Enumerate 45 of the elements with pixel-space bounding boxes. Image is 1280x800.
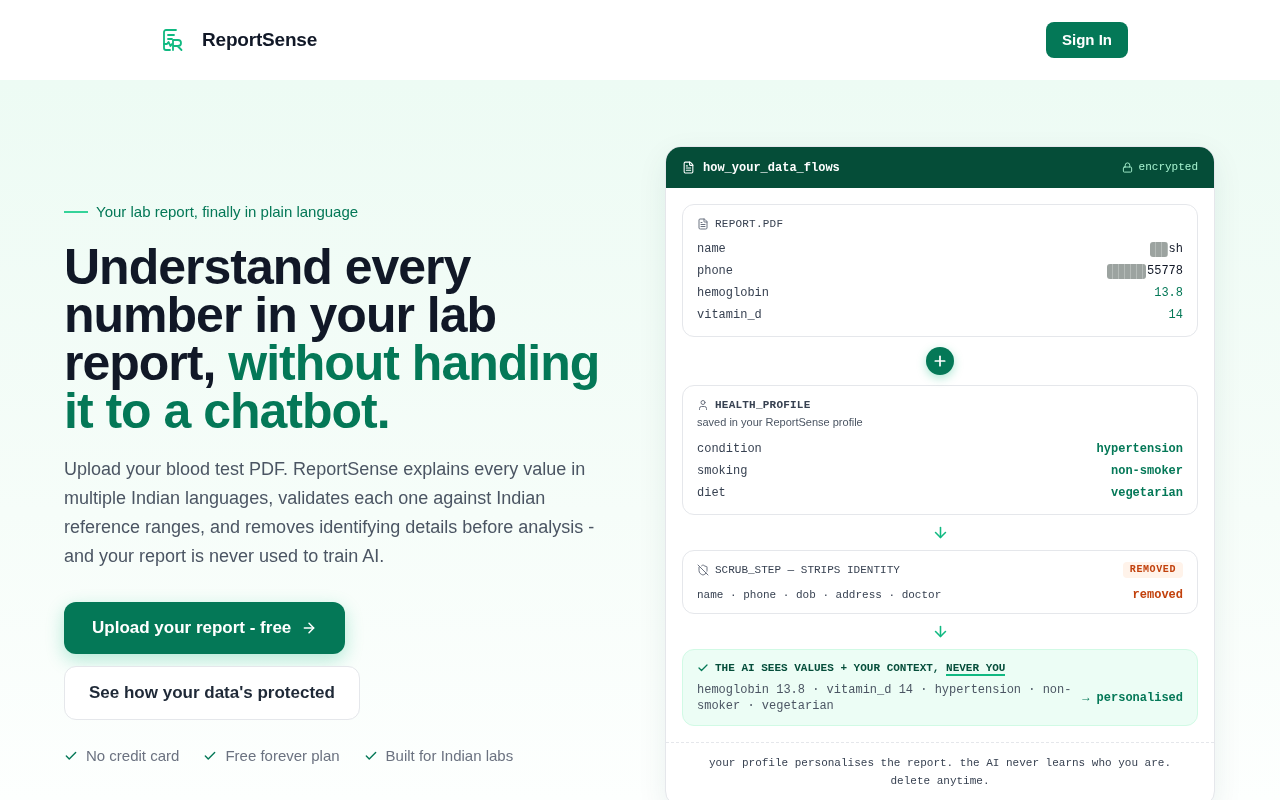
check-icon xyxy=(697,662,709,674)
field-label: phone xyxy=(697,263,733,280)
field-label: vitamin_d xyxy=(697,307,762,324)
lock-icon xyxy=(1121,162,1133,173)
document-icon xyxy=(697,218,709,230)
removed-tag: REMOVED xyxy=(1122,562,1183,578)
field-value: 14 xyxy=(1168,307,1183,324)
panel-note: saved in your ReportSense profile xyxy=(697,415,864,430)
sign-in-button[interactable]: Sign In xyxy=(1046,22,1128,58)
panel-title: HEALTH_PROFILE xyxy=(715,397,811,413)
document-icon xyxy=(682,161,695,174)
document-pulse-logo-icon xyxy=(162,28,184,52)
field-label: smoking xyxy=(697,463,748,480)
field-label: diet xyxy=(697,485,726,502)
card-title: how_your_data_flows xyxy=(703,159,840,177)
data-protection-button[interactable]: See how your data's protected xyxy=(64,665,360,720)
shared-values-text: hemoglobin 13.8 · vitamin_d 14 · hypertension · non-smoker · vegetarian xyxy=(697,682,1073,714)
field-value: 55778 xyxy=(1147,263,1183,280)
card-footer-text: your profile personalises the report. the AI never learns who you are. delete anytime. xyxy=(707,756,1173,789)
perk-text: Free forever plan xyxy=(225,745,340,766)
field-label: hemoglobin xyxy=(697,285,769,302)
field-value: non-smoker xyxy=(1111,463,1183,480)
result-text: → personalised xyxy=(1082,690,1183,707)
eyebrow-text: Your lab report, finally in plain language xyxy=(96,202,359,222)
panel-title: THE AI SEES VALUES + YOUR CONTEXT, NEVER YOU xyxy=(715,660,1006,677)
brand-name: ReportSense xyxy=(202,27,318,52)
field-value: vegetarian xyxy=(1111,485,1183,502)
hero-heading: Understand every number in your lab report, without handing it to a chatbot. xyxy=(64,242,601,435)
encrypted-label: encrypted xyxy=(1138,160,1198,176)
panel-title: SCRUB_STEP — STRIPS IDENTITY xyxy=(715,562,900,578)
hero-description: Upload your blood test PDF. ReportSense explains every value in multiple Indian languages, validates each one against Indian reference ranges, and removes identifying details before analysis - and your report is never used to train AI. xyxy=(64,457,596,568)
field-value: sh xyxy=(1168,241,1183,258)
upload-report-button[interactable]: Upload your report - free xyxy=(64,601,346,654)
result-text: removed xyxy=(1132,587,1183,604)
field-value: 13.8 xyxy=(1154,285,1183,302)
perk-text: No credit card xyxy=(86,745,180,766)
identity-fields-text: name · phone · dob · address · doctor xyxy=(697,587,942,603)
field-value: hypertension xyxy=(1096,441,1183,458)
field-label: name xyxy=(697,241,726,258)
perk-text: Built for Indian labs xyxy=(385,745,514,766)
eyebrow-line xyxy=(64,211,88,214)
shield-off-icon xyxy=(697,564,709,576)
field-label: condition xyxy=(697,441,762,458)
panel-title: REPORT.PDF xyxy=(715,216,784,232)
person-icon xyxy=(697,399,709,411)
